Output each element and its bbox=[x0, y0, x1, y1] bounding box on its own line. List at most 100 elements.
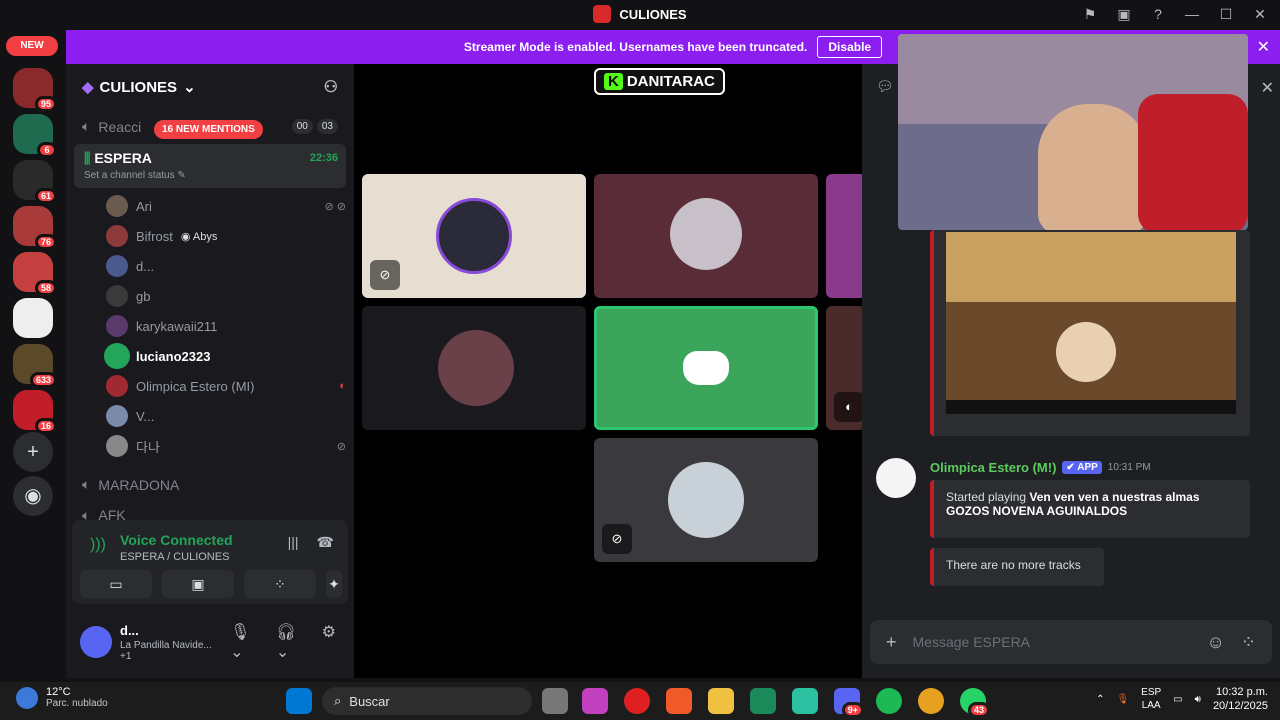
channel-status[interactable]: Set a channel status bbox=[84, 170, 175, 181]
app-icon[interactable] bbox=[792, 688, 818, 714]
microphone-tray-icon[interactable]: 🎙︎ bbox=[1116, 694, 1129, 705]
voice-user[interactable]: Olimpica Estero (MI) ◐ bbox=[106, 372, 346, 400]
add-attachment-icon[interactable]: + bbox=[886, 632, 897, 653]
server-icon[interactable]: 16 bbox=[13, 390, 57, 434]
task-view-icon[interactable] bbox=[542, 688, 568, 714]
discord-taskbar-icon[interactable]: 9+ bbox=[834, 688, 864, 718]
chrome-icon[interactable] bbox=[918, 688, 944, 714]
microphone-icon[interactable]: 🎙︎⌄ bbox=[230, 622, 262, 662]
soundboard-button[interactable]: ✦ bbox=[326, 570, 342, 598]
voice-user[interactable]: gb bbox=[106, 282, 346, 310]
file-explorer-icon[interactable] bbox=[708, 688, 734, 714]
participant-tile-speaking[interactable] bbox=[594, 306, 818, 430]
whatsapp-icon[interactable]: 43 bbox=[960, 688, 990, 718]
app-icon[interactable] bbox=[750, 688, 776, 714]
chat-bubble-icon[interactable]: 💬︎ bbox=[876, 78, 894, 95]
banner-close-icon[interactable]: ✕ bbox=[1257, 37, 1270, 57]
author-name[interactable]: Olimpica Estero (M!) bbox=[930, 460, 1056, 475]
server-header[interactable]: ◆ CULIONES ⌄ ⚇ bbox=[66, 64, 354, 110]
opera-icon[interactable] bbox=[624, 688, 650, 714]
network-icon[interactable]: ▭ bbox=[1173, 694, 1182, 705]
voice-user[interactable]: Bifrost ◉ Abys bbox=[106, 222, 346, 250]
activities-button[interactable]: ⁘ bbox=[244, 570, 316, 598]
voice-user[interactable]: d... bbox=[106, 252, 346, 280]
clock[interactable]: 10:32 p.m. 20/12/2025 bbox=[1213, 685, 1268, 713]
inbox-icon[interactable]: ▣ bbox=[1114, 4, 1134, 24]
bot-avatar[interactable] bbox=[876, 458, 916, 498]
minimize-button[interactable]: — bbox=[1182, 4, 1202, 24]
channel-maradona[interactable]: 🔈︎ MARADONA bbox=[74, 476, 346, 493]
settings-gear-icon[interactable]: ⚙ bbox=[322, 622, 336, 662]
voice-user-speaking[interactable]: luciano2323 bbox=[106, 342, 346, 370]
server-icon[interactable]: 76 bbox=[13, 206, 57, 250]
weather-condition: Parc. nublado bbox=[46, 698, 108, 709]
screen-share-button[interactable]: ▣ bbox=[162, 570, 234, 598]
server-icon[interactable]: 6 bbox=[13, 114, 57, 158]
volume-icon[interactable]: 🔊︎ bbox=[1195, 694, 1201, 705]
weather-widget[interactable]: 12°C Parc. nublado bbox=[16, 686, 108, 709]
apps-icon[interactable]: ⁘ bbox=[1241, 632, 1256, 653]
voice-user[interactable]: karykawaii211 bbox=[106, 312, 346, 340]
server-icon[interactable]: 95 bbox=[13, 68, 57, 112]
disconnect-icon[interactable]: ☎ bbox=[317, 534, 334, 551]
nativity-image bbox=[946, 232, 1236, 414]
media-embed[interactable] bbox=[930, 230, 1250, 436]
participant-tile[interactable]: ⊘ bbox=[594, 438, 818, 562]
add-server-button[interactable]: + bbox=[13, 432, 53, 472]
notification-badge: 43 bbox=[967, 702, 990, 718]
voice-stage: K DANITARAC ⊘ ◐ ⊘ bbox=[354, 64, 862, 678]
server-icon[interactable]: 633 bbox=[13, 344, 57, 388]
server-icon[interactable]: 58 bbox=[13, 252, 57, 296]
stable-roof bbox=[946, 232, 1236, 302]
flag-icon[interactable]: ⚑ bbox=[1080, 4, 1100, 24]
message-timestamp: 10:31 PM bbox=[1107, 462, 1151, 473]
headphones-icon[interactable]: 🎧︎⌄ bbox=[276, 622, 308, 662]
avatar[interactable] bbox=[80, 626, 112, 658]
participant-tile[interactable] bbox=[594, 174, 818, 298]
signal-icon[interactable]: ))) bbox=[90, 536, 106, 554]
noise-suppression-icon[interactable]: ||| bbox=[288, 534, 299, 551]
avatar bbox=[106, 435, 128, 457]
voice-connected-label[interactable]: Voice Connected bbox=[120, 532, 233, 548]
user-limit: 03 bbox=[316, 119, 338, 134]
username[interactable]: d... bbox=[120, 623, 222, 638]
maximize-button[interactable]: ☐ bbox=[1216, 4, 1236, 24]
pencil-icon[interactable]: ✎ bbox=[177, 170, 185, 181]
voice-user[interactable]: V... bbox=[106, 402, 346, 430]
banner-text: Streamer Mode is enabled. Usernames have… bbox=[463, 40, 808, 54]
help-icon[interactable]: ? bbox=[1148, 4, 1168, 24]
voice-user[interactable]: 다나 ⊘ bbox=[106, 432, 346, 460]
mention-badge: 76 bbox=[34, 234, 57, 250]
window-title-text: CULIONES bbox=[619, 6, 687, 22]
participant-tile[interactable]: ⊘ bbox=[362, 174, 586, 298]
invite-people-icon[interactable]: ⚇ bbox=[324, 77, 338, 97]
new-badge[interactable]: NEW bbox=[6, 36, 58, 56]
voice-channel-path[interactable]: ESPERA / CULIONES bbox=[120, 551, 229, 563]
emoji-icon[interactable]: ☺ bbox=[1207, 632, 1225, 653]
channel-espera[interactable]: ⫼ ESPERA Set a channel status ✎ 22:36 bbox=[74, 144, 346, 188]
message-input[interactable] bbox=[912, 634, 1191, 650]
start-menu-icon[interactable] bbox=[286, 688, 312, 714]
language-indicator[interactable]: ESP LAA bbox=[1141, 686, 1161, 712]
chevron-up-icon[interactable]: ⌃ bbox=[1096, 694, 1104, 705]
discover-icon[interactable]: ◉ bbox=[13, 476, 53, 516]
server-icon[interactable] bbox=[13, 298, 53, 338]
voice-user[interactable]: Ari ⊘ ⊘ bbox=[106, 192, 346, 220]
mention-badge: 61 bbox=[34, 188, 57, 204]
message-composer: + ☺ ⁘ bbox=[870, 620, 1272, 664]
close-window-button[interactable]: ✕ bbox=[1250, 4, 1270, 24]
channel-sidebar: ◆ CULIONES ⌄ ⚇ 🔈︎ Reacci 00 03 16 NEW ME… bbox=[66, 64, 354, 678]
disable-streamer-mode-button[interactable]: Disable bbox=[817, 36, 883, 58]
close-chat-icon[interactable]: ✕ bbox=[1261, 78, 1274, 98]
taskbar-search[interactable]: ⌕ Buscar bbox=[322, 687, 532, 715]
new-mentions-pill[interactable]: 16 NEW MENTIONS bbox=[154, 120, 263, 139]
participant-tile[interactable] bbox=[826, 174, 862, 298]
user-count: 00 bbox=[291, 119, 313, 134]
participant-tile[interactable]: ◐ bbox=[826, 306, 862, 430]
brave-icon[interactable] bbox=[666, 688, 692, 714]
camera-off-button[interactable]: ▭ bbox=[80, 570, 152, 598]
spotify-icon[interactable] bbox=[876, 688, 902, 714]
participant-tile[interactable] bbox=[362, 306, 586, 430]
server-icon[interactable]: 61 bbox=[13, 160, 57, 204]
m365-icon[interactable] bbox=[582, 688, 608, 714]
